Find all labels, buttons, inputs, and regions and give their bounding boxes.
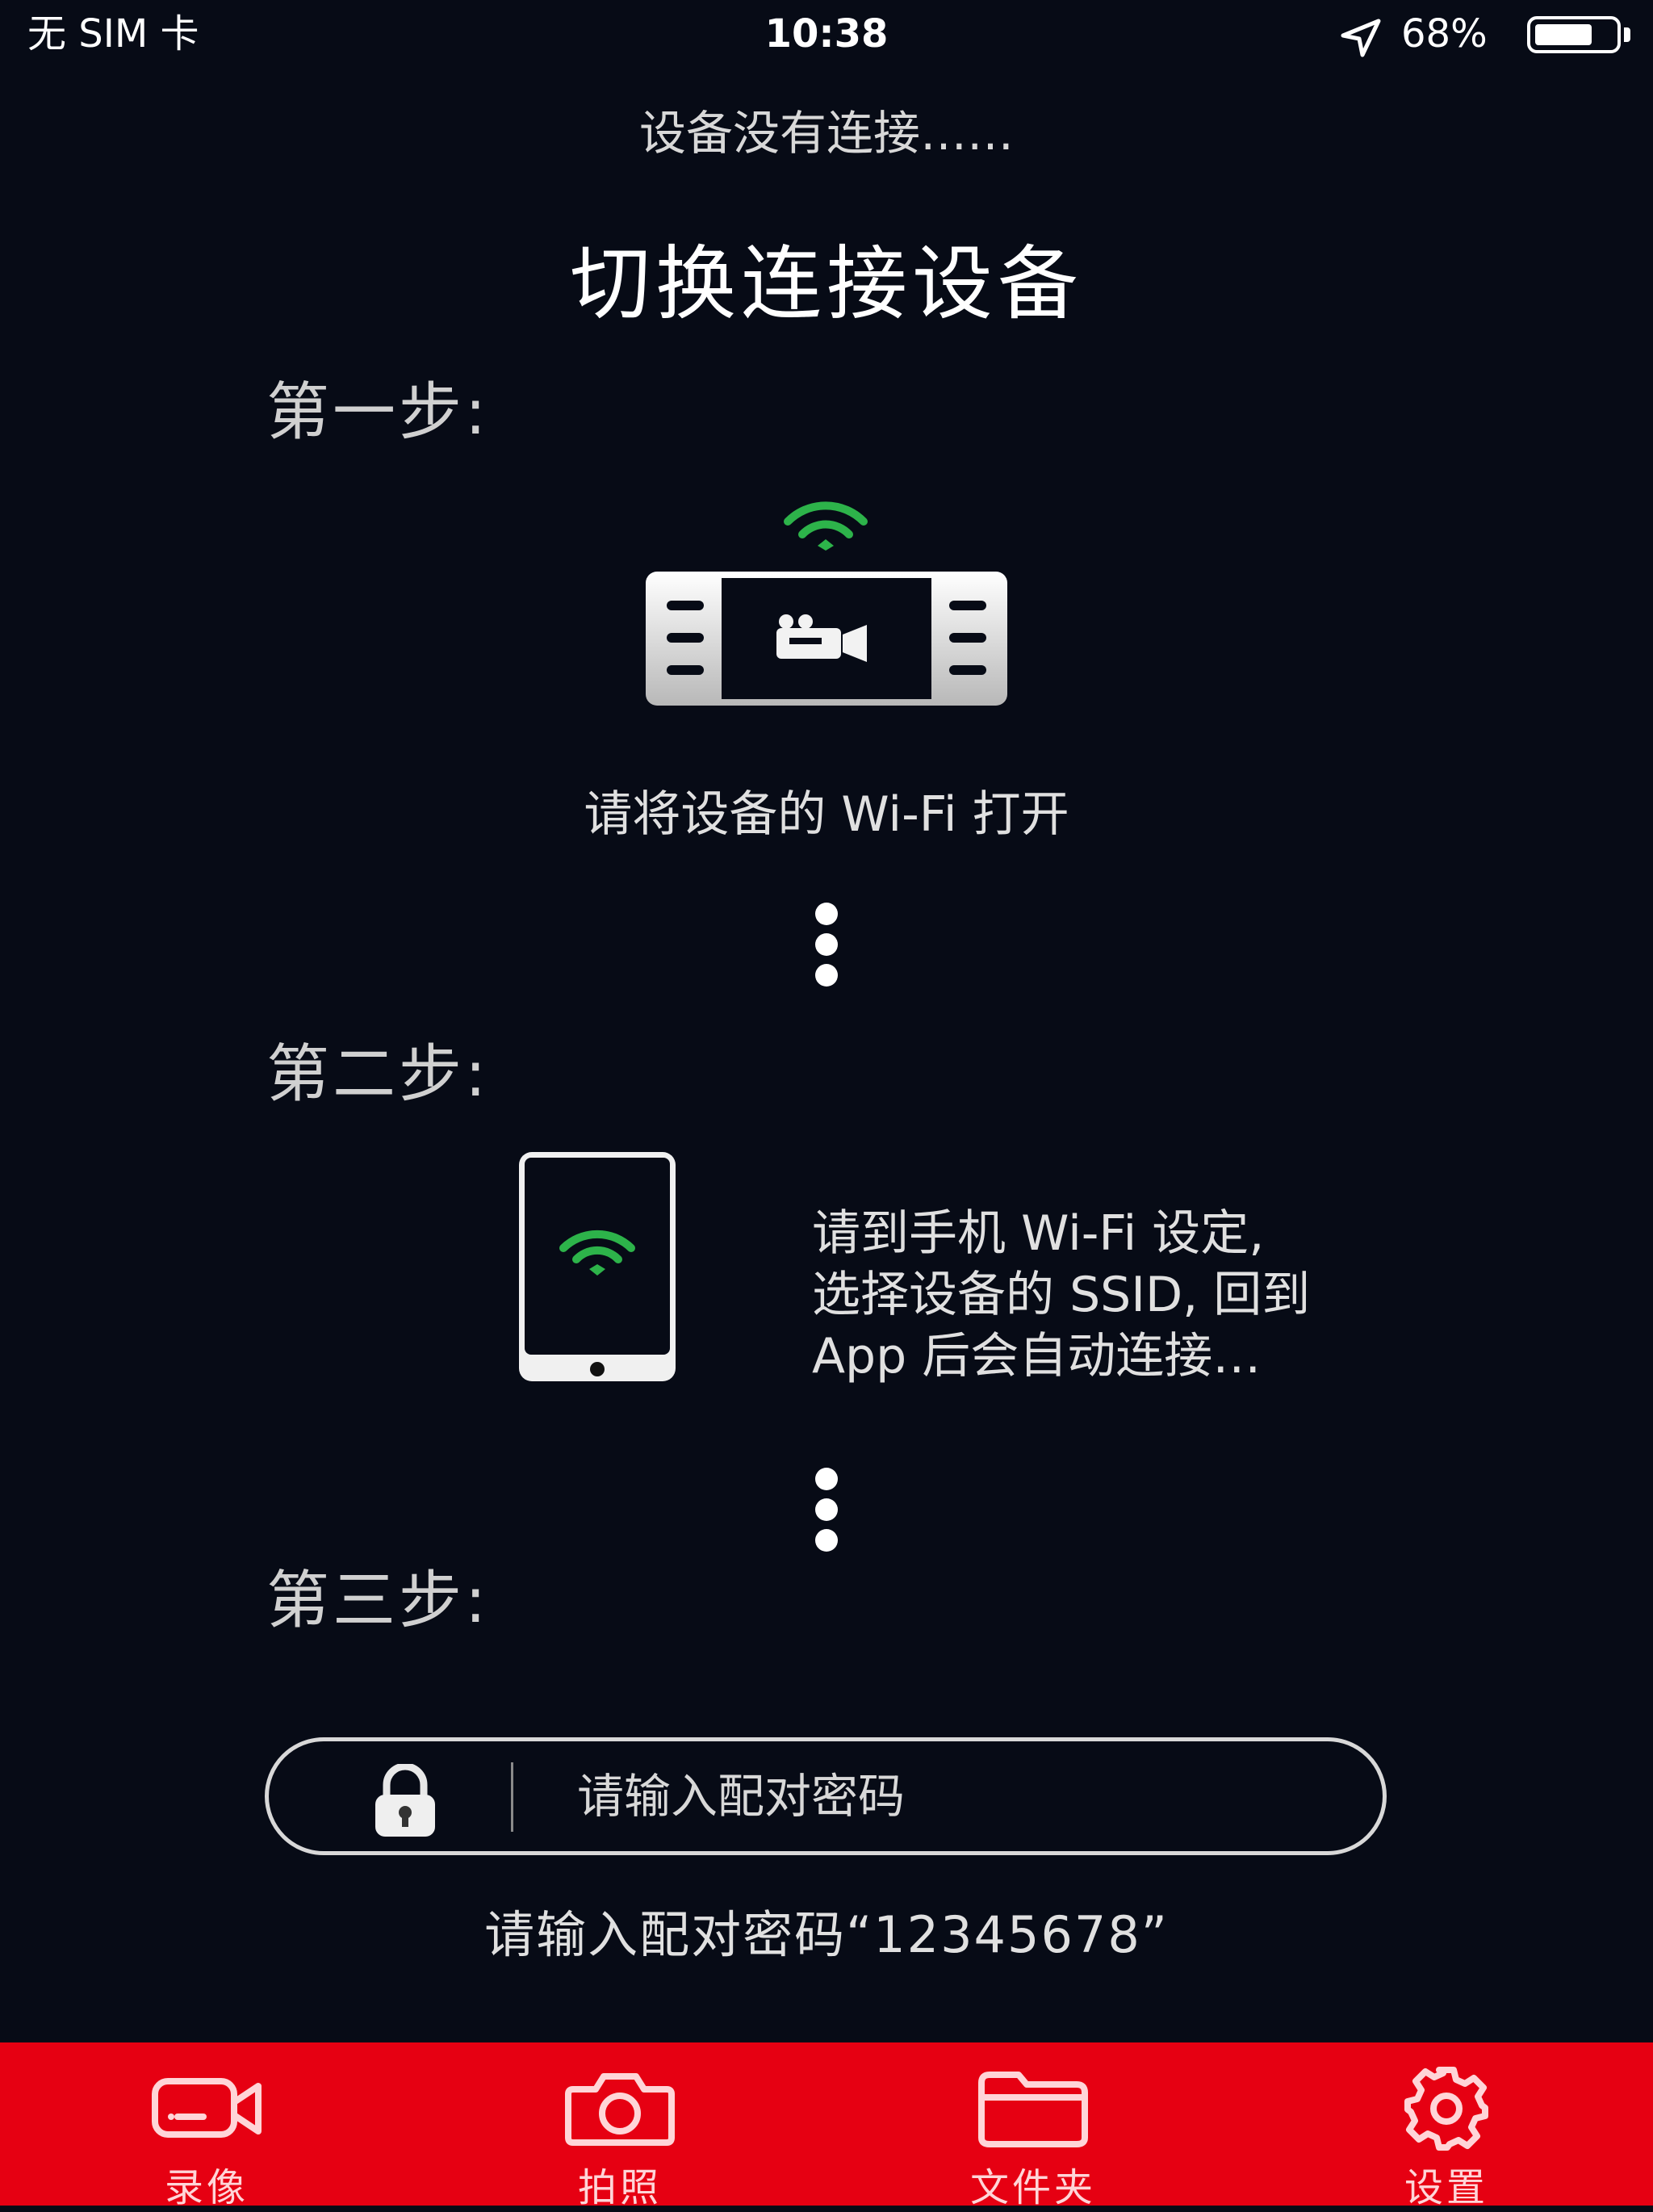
tab-label: 录像 (164, 2165, 249, 2210)
folder-icon (978, 2072, 1088, 2147)
step-two-instruction: 请到手机 Wi-Fi 设定, 选择设备的 SSID, 回到 App 后会自动连接… (812, 1203, 1310, 1387)
step-two-label: 第二步: (266, 1038, 490, 1111)
dashcam-device-icon (646, 572, 1007, 706)
tab-label: 设置 (1404, 2165, 1488, 2210)
step-one-instruction: 请将设备的 Wi-Fi 打开 (584, 786, 1069, 843)
tab-record[interactable]: 录像 (0, 2042, 413, 2210)
step-one-label: 第一步: (266, 376, 490, 449)
password-field-container[interactable] (265, 1737, 1387, 1855)
tab-label: 拍照 (577, 2165, 662, 2210)
camera-icon (565, 2073, 675, 2146)
step-two-line: 请到手机 Wi-Fi 设定, (812, 1205, 1265, 1262)
page-title: 切换连接设备 (570, 237, 1083, 331)
gear-icon (1404, 2067, 1488, 2151)
pairing-password-input[interactable] (577, 1756, 1336, 1837)
password-hint: 请输入配对密码“12345678” (484, 1905, 1169, 1964)
smartphone-icon (519, 1152, 676, 1381)
separator-dots (810, 903, 843, 995)
step-two-line: 选择设备的 SSID, 回到 (812, 1267, 1311, 1323)
wifi-icon (784, 501, 868, 551)
tab-label: 文件夹 (969, 2165, 1096, 2210)
field-divider (511, 1762, 513, 1832)
connection-status: 设备没有连接…… (638, 106, 1014, 161)
tab-settings[interactable]: 设置 (1240, 2042, 1653, 2210)
lock-icon (375, 1764, 435, 1837)
battery-icon (1527, 16, 1621, 53)
location-arrow-icon (1341, 19, 1381, 57)
tab-folder[interactable]: 文件夹 (826, 2042, 1240, 2210)
separator-dots (810, 1468, 843, 1560)
step-three-label: 第三步: (266, 1565, 490, 1637)
tab-photo[interactable]: 拍照 (413, 2042, 826, 2210)
video-camera-icon (152, 2078, 262, 2138)
battery-percent: 68% (1401, 11, 1488, 57)
step-two-line: App 后会自动连接… (812, 1328, 1262, 1385)
bottom-tab-bar: 录像 拍照 文件夹 设置 (0, 2042, 1653, 2210)
